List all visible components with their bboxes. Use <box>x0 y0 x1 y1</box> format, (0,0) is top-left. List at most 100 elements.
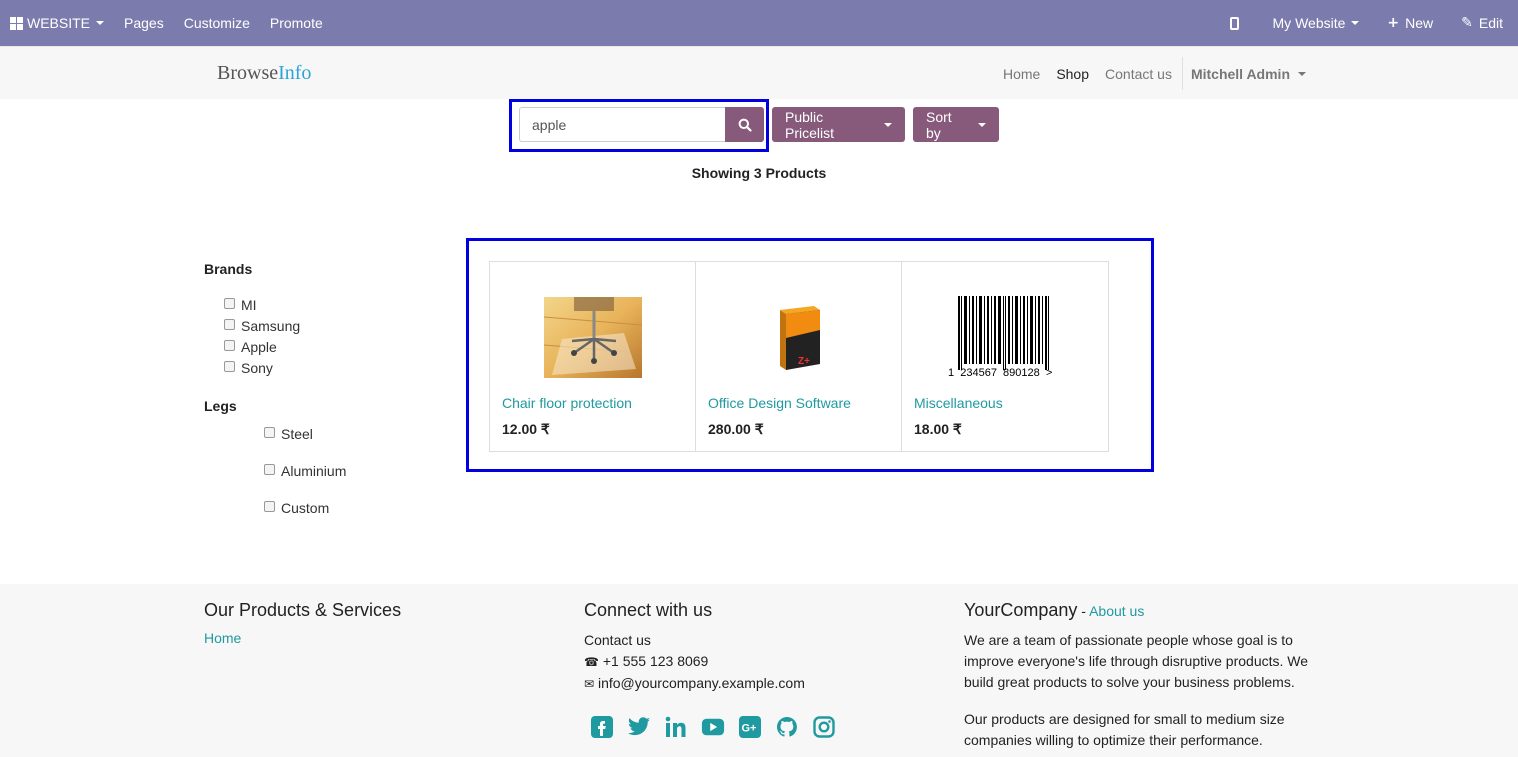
website-menu-button[interactable]: WEBSITE <box>0 0 114 46</box>
logo-text-part2: Info <box>278 62 312 84</box>
footer-connect-title: Connect with us <box>584 600 713 620</box>
product-card[interactable]: Chair floor protection 12.00 ₹ <box>490 262 696 451</box>
product-card[interactable]: 1 234567 890128 > Miscellaneous 18.00 ₹ <box>902 262 1108 451</box>
facebook-icon[interactable] <box>590 715 614 739</box>
legs-filter-steel[interactable]: Steel <box>264 426 313 442</box>
footer-products-column: Our Products & Services Home <box>204 600 401 646</box>
checkbox[interactable] <box>224 360 235 372</box>
phone-number: +1 555 123 8069 <box>602 653 709 669</box>
pages-menu[interactable]: Pages <box>114 0 174 46</box>
brand-filter-sony[interactable]: Sony <box>224 360 273 376</box>
product-card[interactable]: Z+ Office Design Software 280.00 ₹ <box>696 262 902 451</box>
my-website-dropdown[interactable]: My Website <box>1263 0 1378 46</box>
product-name[interactable]: Miscellaneous <box>914 395 1003 411</box>
product-image[interactable]: 1 234567 890128 > <box>902 292 1108 382</box>
product-name[interactable]: Office Design Software <box>708 395 851 411</box>
google-plus-icon[interactable]: G+ <box>738 715 762 739</box>
my-website-label: My Website <box>1272 15 1346 31</box>
search-button[interactable] <box>725 107 764 142</box>
sort-by-dropdown[interactable]: Sort by <box>913 107 999 142</box>
edit-button[interactable]: ✎ Edit <box>1451 0 1518 46</box>
footer-home-link[interactable]: Home <box>204 630 401 646</box>
plus-icon: + <box>1387 15 1400 31</box>
product-grid: Chair floor protection 12.00 ₹ Z+ Office… <box>489 261 1109 452</box>
footer-products-title: Our Products & Services <box>204 600 402 620</box>
product-image[interactable] <box>490 292 695 382</box>
brand-filter-apple[interactable]: Apple <box>224 339 277 355</box>
site-header: BrowseInfo Home Shop Contact us Mitchell… <box>0 46 1518 99</box>
promote-menu[interactable]: Promote <box>260 0 333 46</box>
product-price: 12.00 ₹ <box>502 421 550 437</box>
phone-icon <box>1229 16 1239 30</box>
footer-connect-column: Connect with us Contact us ☎ +1 555 123 … <box>584 600 836 739</box>
footer-phone: ☎ +1 555 123 8069 <box>584 651 836 673</box>
footer-email: ✉ info@yourcompany.example.com <box>584 673 836 695</box>
youtube-icon[interactable] <box>701 715 725 739</box>
checkbox[interactable] <box>224 339 235 351</box>
legs-filter-title: Legs <box>204 398 237 414</box>
legs-filter-custom[interactable]: Custom <box>264 500 329 516</box>
legs-label: Custom <box>281 500 330 516</box>
email-address: info@yourcompany.example.com <box>597 675 805 691</box>
brand-filter-mi[interactable]: MI <box>224 297 257 313</box>
about-paragraph-2: Our products are designed for small to m… <box>964 711 1285 748</box>
site-logo[interactable]: BrowseInfo <box>217 62 311 85</box>
nav-home[interactable]: Home <box>995 66 1048 82</box>
legs-filter-aluminium[interactable]: Aluminium <box>264 463 346 479</box>
legs-label: Steel <box>281 426 313 442</box>
social-links: G+ <box>590 715 836 739</box>
admin-top-bar: WEBSITE Pages Customize Promote My Websi… <box>0 0 1518 46</box>
main-nav: Home Shop Contact us Mitchell Admin <box>995 47 1306 100</box>
legs-label: Aluminium <box>281 463 347 479</box>
company-name: YourCompany <box>964 600 1078 620</box>
customize-menu[interactable]: Customize <box>174 0 260 46</box>
search-icon <box>738 118 752 132</box>
product-price: 280.00 ₹ <box>708 421 764 437</box>
barcode-digits: 1 234567 890128 > <box>948 367 1052 378</box>
about-paragraph-1: We are a team of passionate people whose… <box>964 632 1309 690</box>
caret-down-icon <box>96 21 105 25</box>
logo-text-part1: Browse <box>217 62 279 84</box>
github-icon[interactable] <box>775 715 799 739</box>
software-box-image: Z+ <box>779 306 820 370</box>
envelope-icon: ✉ <box>584 677 595 691</box>
pencil-icon: ✎ <box>1461 15 1473 31</box>
checkbox[interactable] <box>224 318 235 330</box>
grid-icon <box>10 16 23 30</box>
brand-filter-samsung[interactable]: Samsung <box>224 318 300 334</box>
brands-filter-title: Brands <box>204 261 253 277</box>
barcode-image: 1 234567 890128 > <box>948 296 1052 378</box>
svg-text:G+: G+ <box>742 723 757 735</box>
pricelist-label: Public Pricelist <box>785 108 835 141</box>
footer-contact-link[interactable]: Contact us <box>584 630 836 651</box>
caret-down-icon <box>1351 21 1360 25</box>
pricelist-dropdown[interactable]: Public Pricelist <box>772 107 905 142</box>
search-input[interactable] <box>519 107 725 142</box>
checkbox[interactable] <box>264 463 275 475</box>
new-button[interactable]: + New <box>1377 0 1451 46</box>
checkbox[interactable] <box>264 426 275 438</box>
checkbox[interactable] <box>264 500 275 512</box>
about-us-link[interactable]: About us <box>1089 603 1144 619</box>
checkbox[interactable] <box>224 297 235 309</box>
chair-mat-image <box>543 296 642 378</box>
user-menu[interactable]: Mitchell Admin <box>1183 66 1306 82</box>
footer-about-title: YourCompany - About us <box>964 600 1314 621</box>
edit-label: Edit <box>1478 15 1503 31</box>
caret-down-icon <box>884 122 892 127</box>
brand-label: MI <box>241 297 257 313</box>
brand-label: Sony <box>241 360 273 376</box>
caret-down-icon <box>978 122 986 127</box>
new-label: New <box>1405 15 1434 31</box>
mobile-preview-button[interactable] <box>1212 0 1263 46</box>
linkedin-icon[interactable] <box>664 715 688 739</box>
product-name[interactable]: Chair floor protection <box>502 395 632 411</box>
product-image[interactable]: Z+ <box>696 292 901 382</box>
brand-label: Apple <box>241 339 277 355</box>
twitter-icon[interactable] <box>627 715 651 739</box>
instagram-icon[interactable] <box>812 715 836 739</box>
caret-down-icon <box>1298 71 1306 76</box>
nav-contact-us[interactable]: Contact us <box>1097 66 1180 82</box>
site-footer: Our Products & Services Home Connect wit… <box>0 584 1518 757</box>
nav-shop[interactable]: Shop <box>1048 66 1097 82</box>
